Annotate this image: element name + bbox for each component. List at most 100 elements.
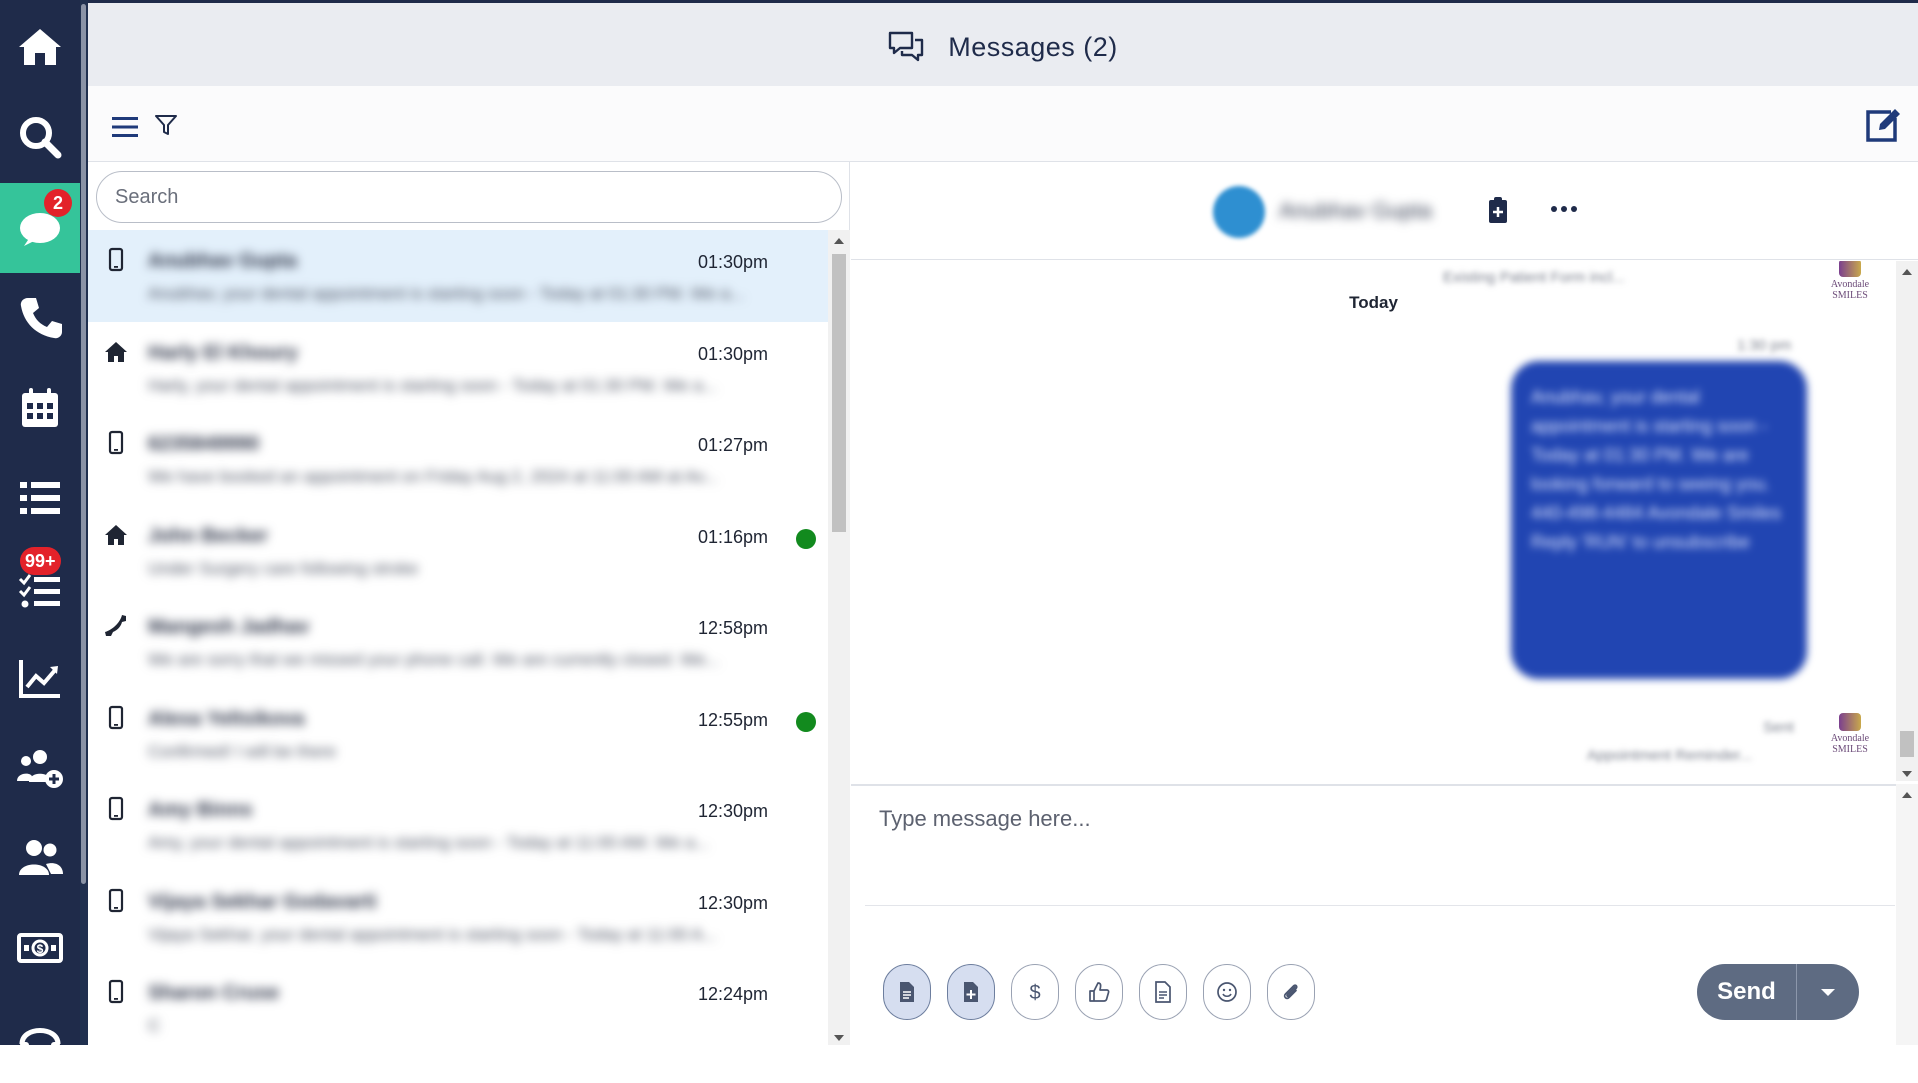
thread-scrollbar-thumb[interactable] <box>1900 731 1914 757</box>
conversation-row[interactable]: Anubhav Gupta 01:30pm Anubhav, your dental… <box>88 230 828 322</box>
search-input[interactable] <box>96 171 842 223</box>
bubble-text: Anubhav, your dental appointment is star… <box>1531 387 1781 552</box>
message-time: 01:27pm <box>697 435 768 455</box>
composer-scrollbar[interactable] <box>1896 784 1918 1045</box>
nav-calendar[interactable] <box>0 363 80 453</box>
scroll-up-arrow[interactable] <box>1902 269 1912 275</box>
document-icon <box>900 982 914 1002</box>
nav-billing[interactable]: $ <box>0 903 80 993</box>
message-preview: We are sorry that we missed your phone c… <box>148 650 720 669</box>
nav-patients[interactable] <box>0 813 80 903</box>
chat-bubbles-icon <box>889 31 924 62</box>
avatar[interactable] <box>1213 186 1265 238</box>
conversation-row[interactable]: 6235849990 01:27pm We have booked an appoi… <box>88 413 828 505</box>
scroll-up-arrow[interactable] <box>834 238 844 244</box>
add-document-icon <box>964 982 978 1002</box>
outgoing-message-bubble[interactable]: Anubhav, your dental appointment is star… <box>1511 361 1807 679</box>
payment-button[interactable]: $ <box>1011 964 1059 1020</box>
unread-indicator <box>796 711 816 732</box>
nav-add-patient[interactable] <box>0 723 80 813</box>
conversation-list: Anubhav Gupta 01:30pm Anubhav, your dental… <box>88 230 828 1045</box>
phone-icon <box>105 615 126 636</box>
emoji-button[interactable] <box>1203 964 1251 1020</box>
send-button[interactable]: Send <box>1697 964 1859 1020</box>
conversation-row[interactable]: Alexa Yeltsikova 12:55pm Confirmed! I will… <box>88 688 828 780</box>
mobile-phone-icon <box>108 796 124 821</box>
emoji-icon <box>1217 982 1237 1002</box>
next-message-snippet: Appointment Reminder... <box>1587 747 1753 764</box>
message-preview: Confirmed! I will be there <box>148 741 337 761</box>
message-time: 01:30pm <box>697 343 768 364</box>
message-time: 01:30pm <box>697 252 768 272</box>
conversation-row[interactable]: Mangesh Jadhav 12:58pm We are sorry that w… <box>88 596 828 688</box>
day-divider: Today <box>1349 293 1398 312</box>
compose-icon[interactable] <box>1863 104 1903 144</box>
scroll-up-arrow[interactable] <box>1902 792 1912 798</box>
message-preview: Amy, your dental appointment is starting… <box>148 833 709 852</box>
home-icon <box>19 29 61 65</box>
thumbs-up-icon <box>1089 982 1110 1002</box>
list-scrollbar-thumb[interactable] <box>832 254 846 532</box>
list-scrollbar[interactable] <box>828 230 850 1045</box>
conversation-row[interactable]: Vijaya Sekhar Godavarti 12:30pm Vijaya Sek… <box>88 871 828 963</box>
message-composer: $ Send <box>851 784 1896 1045</box>
composer-tools: $ <box>883 964 1315 1020</box>
contact-name: Anubhav Gupta <box>148 250 297 272</box>
contact-name: Amy Binns <box>148 799 253 821</box>
contact-name[interactable]: Anubhav Gupta <box>1279 198 1432 224</box>
contact-name: 6235849990 <box>148 433 260 455</box>
message-time: 12:30pm <box>697 801 768 821</box>
conversation-row[interactable]: John Becker 01:16pm Under Surgery care fol… <box>88 505 828 597</box>
conversation-header: Anubhav Gupta <box>851 162 1918 260</box>
money-icon: $ <box>17 933 63 963</box>
mobile-phone-icon <box>108 705 124 729</box>
prev-message-snippet: Existing Patient Form incl... <box>1443 269 1625 286</box>
message-preview: Anubhav, your dental appointment is star… <box>148 284 745 303</box>
nav-reports[interactable] <box>0 633 80 723</box>
home-icon <box>105 524 127 545</box>
message-time: 12:30pm <box>697 892 768 913</box>
nav-home[interactable] <box>0 2 80 92</box>
message-preview: Under Surgery care following stroke <box>148 558 419 578</box>
nav-calls[interactable] <box>0 273 80 363</box>
mobile-phone-icon <box>108 430 124 455</box>
form-button[interactable] <box>1139 964 1187 1020</box>
send-options-chevron-down-icon[interactable] <box>1797 988 1859 996</box>
page-title: Messages (2) <box>88 31 1918 63</box>
contact-name: Vijaya Sekhar Godavarti <box>148 890 377 913</box>
message-thread: Existing Patient Form incl... Avondale S… <box>851 261 1896 781</box>
conversation-row[interactable]: Amy Binns 12:30pm Amy, your dental appoint… <box>88 779 828 871</box>
contact-name: Alexa Yeltsikova <box>148 707 305 730</box>
list-toolbar <box>88 86 1918 162</box>
clipboard-icon[interactable] <box>1487 196 1509 224</box>
nav-support[interactable] <box>0 993 80 1083</box>
attach-button[interactable] <box>1267 964 1315 1020</box>
nav-rail: 2 99+ $ <box>0 0 80 1058</box>
filter-icon[interactable] <box>154 114 178 136</box>
scroll-down-arrow[interactable] <box>1902 771 1912 777</box>
nav-tasks[interactable]: 99+ <box>0 543 80 633</box>
conversation-row[interactable]: Harly El Khoury 01:30pm Harly, your dental… <box>88 322 828 414</box>
conversation-row[interactable]: Sharon Cruse 12:24pm C <box>88 962 828 1045</box>
review-button[interactable] <box>1075 964 1123 1020</box>
contact-name: Mangesh Jadhav <box>148 616 310 638</box>
thread-scrollbar[interactable] <box>1896 261 1918 781</box>
nav-scrollbar-thumb[interactable] <box>81 4 86 884</box>
template-button[interactable] <box>883 964 931 1020</box>
contact-name: Sharon Cruse <box>148 982 280 1004</box>
nav-search[interactable] <box>0 92 80 182</box>
dollar-icon: $ <box>1029 982 1040 1004</box>
more-options-icon[interactable] <box>1551 206 1577 212</box>
nav-list[interactable] <box>0 453 80 543</box>
svg-text:$: $ <box>1029 982 1040 1004</box>
hamburger-icon[interactable] <box>112 116 138 138</box>
unread-indicator <box>796 528 816 549</box>
mobile-phone-icon <box>108 888 124 912</box>
send-button-label[interactable]: Send <box>1697 964 1797 1020</box>
paperclip-icon <box>1283 984 1298 1000</box>
scroll-down-arrow[interactable] <box>834 1035 844 1041</box>
add-document-button[interactable] <box>947 964 995 1020</box>
message-input[interactable] <box>865 794 1895 906</box>
nav-messages[interactable]: 2 <box>0 183 80 273</box>
calendar-icon <box>22 388 58 427</box>
